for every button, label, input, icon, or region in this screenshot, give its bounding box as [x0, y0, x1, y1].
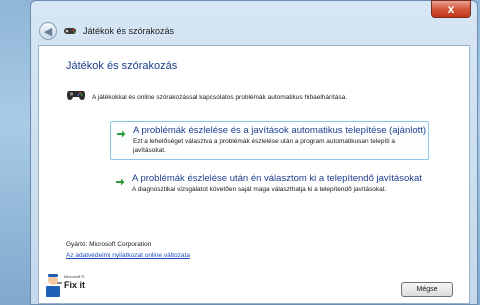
fixit-brand-text: Fix it [64, 280, 86, 290]
cancel-button[interactable]: Mégse [401, 282, 453, 297]
fixit-brand-small: Microsoft ® [64, 274, 85, 279]
option-description: Ezt a lehetőséget választva a problémák … [133, 138, 395, 154]
option-title: A problémák észlelése után én választom … [132, 173, 422, 184]
gamepad-icon [66, 88, 86, 107]
window-frame: x ◀ Játékok és szórakozás Játékok és szó… [30, 0, 478, 305]
intro-row: A játékokkal és online szórakozással kap… [66, 88, 347, 107]
intro-text: A játékokkal és online szórakozással kap… [92, 94, 348, 101]
back-arrow-icon: ◀ [43, 25, 53, 38]
option-title: A problémák észlelése és a javítások aut… [133, 125, 427, 136]
page-heading: Játékok és szórakozás [66, 60, 178, 72]
publisher-text: Gyártó: Microsoft Corporation [66, 241, 152, 248]
option-auto-fix[interactable]: A problémák észlelése és a javítások aut… [110, 121, 429, 160]
option-manual-fix[interactable]: A problémák észlelése után én választom … [110, 170, 429, 202]
privacy-link[interactable]: Az adatvédelmi nyilatkozat online változ… [66, 252, 190, 259]
window-title: Játékok és szórakozás [83, 26, 175, 36]
fixit-logo: Microsoft ® Fix it [44, 272, 86, 300]
title-bar: ◀ Játékok és szórakozás [39, 21, 469, 41]
content-pane: Játékok és szórakozás A játékokkal és on… [38, 45, 470, 304]
option-description: A diagnosztikai vizsgálatot követően saj… [132, 186, 387, 193]
back-button[interactable]: ◀ [39, 22, 57, 40]
window-close-button[interactable]: x [431, 0, 471, 18]
gamepad-title-icon [62, 24, 78, 38]
green-arrow-icon [116, 126, 126, 138]
green-arrow-icon [115, 174, 125, 186]
fixit-mascot-icon [46, 274, 62, 297]
